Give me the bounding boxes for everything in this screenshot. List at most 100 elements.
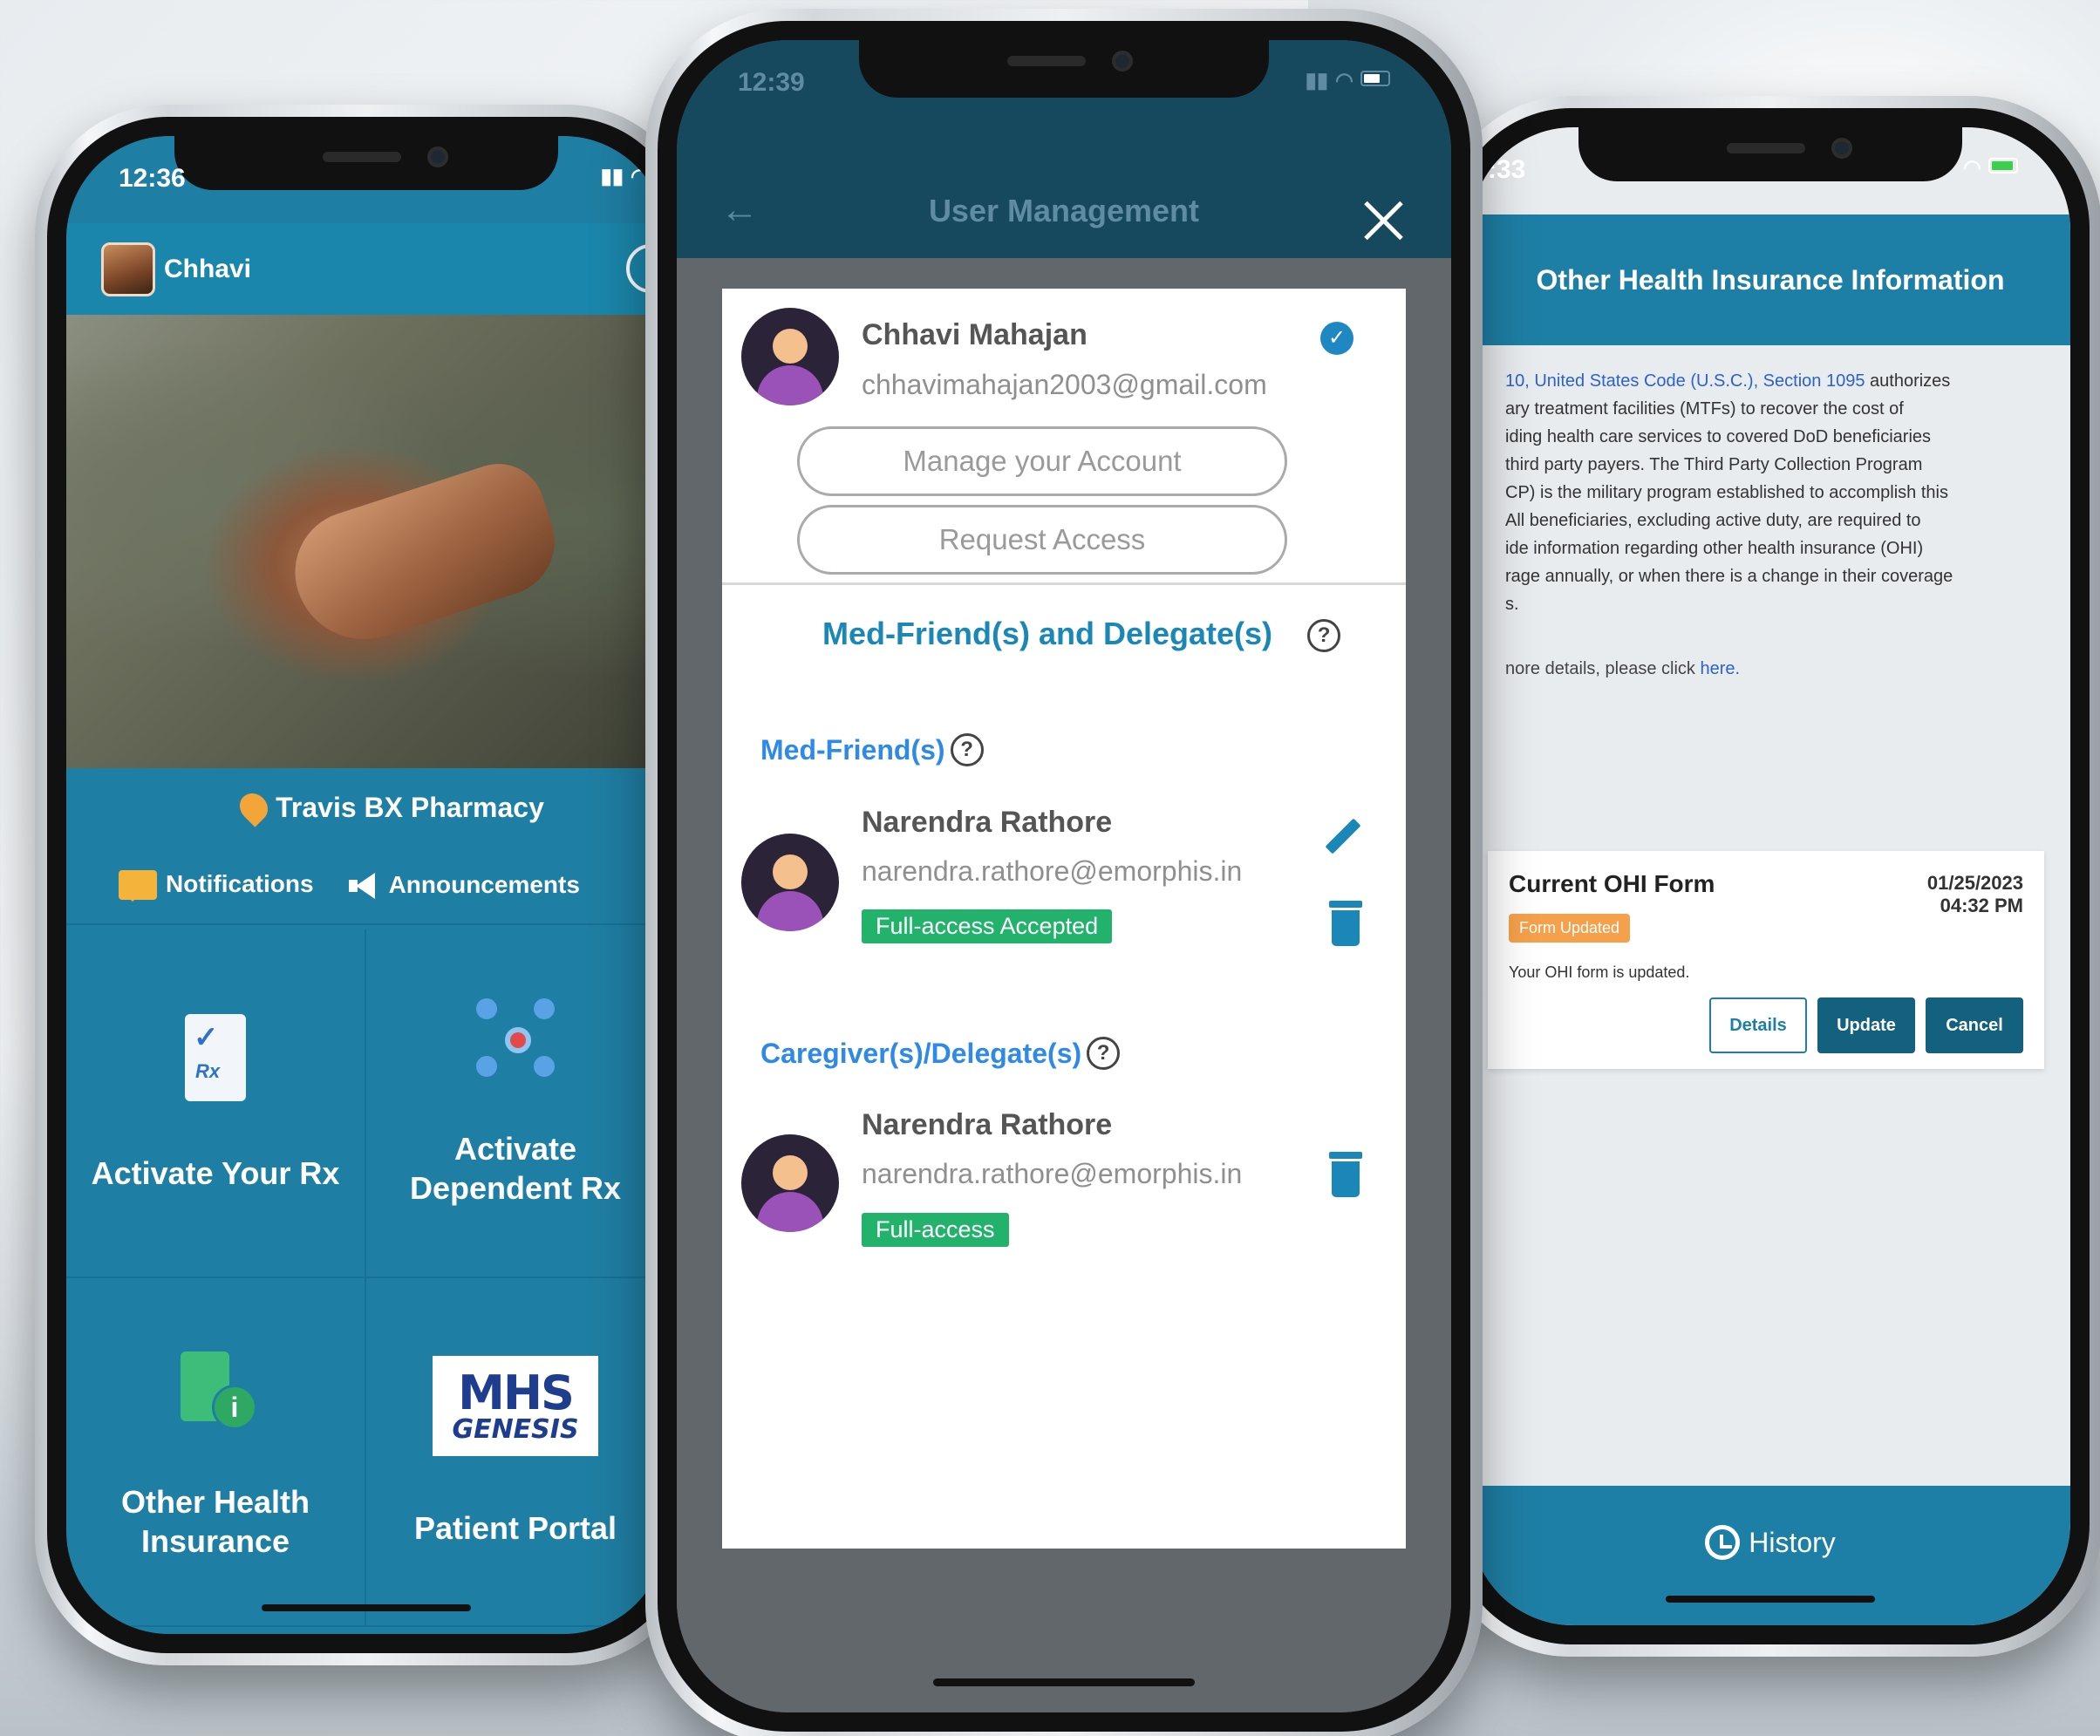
phone-user-management: 12:39 ▮▮ ◠ ← User Management Chhavi Mahaj… [645,9,1483,1736]
logo-text-genesis: GENESIS [452,1413,579,1445]
section-title: Med-Friend(s) and Delegate(s) ? [722,616,1406,653]
tile-other-health-insurance[interactable]: Other Health Insurance [66,1278,366,1627]
ohi-form-card: Current OHI Form 01/25/2023 04:32 PM For… [1488,851,2044,1069]
user-management-screen: 12:39 ▮▮ ◠ ← User Management Chhavi Mahaj… [677,40,1451,1712]
home-indicator[interactable] [1666,1596,1875,1603]
tile-label: Activate Your Rx [91,1154,340,1191]
account-name: Chhavi Mahajan [862,318,1088,351]
edit-pencil-icon[interactable] [1322,816,1364,858]
text-line: s. [1505,595,1519,614]
help-icon[interactable]: ? [950,733,984,766]
text-line: All beneficiaries, excluding active duty… [1505,511,1921,530]
phone-notch [174,136,558,190]
history-icon [1705,1525,1741,1560]
signal-icon: ▮▮ [1305,69,1329,92]
tab-announcements-label: Announcements [388,870,580,898]
phone-notch [859,40,1269,98]
text-line: ide information regarding other health i… [1505,539,1924,558]
avatar [741,1134,839,1232]
card-date: 01/25/2023 [1926,872,2023,894]
text-line: authorizes [1870,371,1951,391]
megaphone-icon [348,873,380,900]
card-time: 04:32 PM [1940,895,2023,917]
account-section: Chhavi Mahajan chhavimahajan2003@gmail.c… [722,289,1406,585]
manage-account-button[interactable]: Manage your Account [797,426,1287,496]
tab-notifications-label: Notifications [166,869,314,897]
home-indicator[interactable] [933,1678,1195,1686]
page-title: Other Health Insurance Information [1470,214,2070,345]
home-screen: 12:36 ▮▮ ◠ Chhavi Travis BX Pharmacy Noti… [66,136,666,1634]
tile-activate-rx[interactable]: Activate Your Rx [66,929,366,1278]
more-details-text: nore details, please click [1505,659,1695,678]
signal-icon: ▮▮ [600,165,624,188]
update-button[interactable]: Update [1817,997,1915,1053]
mhs-genesis-logo: MHS GENESIS [433,1356,598,1456]
profile-name: Chhavi [164,254,252,283]
avatar[interactable] [101,242,155,296]
insurance-clipboard-icon [181,1343,257,1430]
text-line: ary treatment facilities (MTFs) to recov… [1505,399,1904,419]
status-time: 12:36 [119,164,186,193]
home-header: Chhavi [66,223,666,315]
card-actions: Details Update Cancel [1709,997,2023,1053]
avatar [741,834,839,931]
battery-icon [1360,71,1390,86]
more-details: nore details, please click here. [1505,659,2035,679]
page-title: User Management [928,193,1200,228]
home-indicator[interactable] [262,1604,471,1611]
request-access-button[interactable]: Request Access [797,505,1287,575]
close-icon[interactable] [1360,197,1408,244]
verified-check-icon: ✓ [1320,322,1353,355]
help-icon[interactable]: ? [1307,619,1341,653]
pharmacy-selector[interactable]: Travis BX Pharmacy [66,773,666,842]
wifi-icon: ◠ [1963,156,1981,180]
text-line: CP) is the military program established … [1505,483,1948,502]
pharmacy-name: Travis BX Pharmacy [276,791,544,823]
ohi-description: 10, United States Code (U.S.C.), Section… [1505,367,2035,618]
account-email: chhavimahajan2003@gmail.com [862,369,1267,400]
usc-link[interactable]: 10, United States Code (U.S.C.), Section… [1505,371,1865,391]
ohi-screen: :33 ◠ Other Health Insurance Information… [1470,127,2070,1625]
history-button[interactable]: History [1470,1486,2070,1625]
battery-icon [1988,158,2018,174]
here-link[interactable]: here. [1700,659,1740,678]
phone-ohi-screen: :33 ◠ Other Health Insurance Information… [1439,96,2100,1657]
location-pin-icon [234,787,274,827]
card-note: Your OHI form is updated. [1509,963,1690,981]
logo-text-mhs: MHS [458,1365,575,1420]
delete-trash-icon[interactable] [1329,1152,1362,1197]
tab-notifications[interactable]: Notifications [119,869,314,902]
rx-document-icon [185,1013,246,1101]
med-friend-name: Narendra Rathore [862,806,1113,839]
phone-bezel: 12:39 ▮▮ ◠ ← User Management Chhavi Mahaj… [658,21,1470,1732]
status-icons: ◠ [1963,155,2018,180]
tile-label-line1: Activate [453,1131,577,1167]
tab-announcements[interactable]: Announcements [348,870,580,900]
cancel-button[interactable]: Cancel [1926,997,2023,1053]
text-line: iding health care services to covered Do… [1505,427,1932,446]
help-icon[interactable]: ? [1087,1037,1121,1070]
dependent-network-icon [476,998,555,1077]
status-time: 12:39 [738,68,805,97]
home-tabs: Notifications Announcements [66,847,666,925]
handshake-image [279,452,569,657]
phone-bezel: 12:36 ▮▮ ◠ Chhavi Travis BX Pharmacy Noti… [47,117,685,1653]
delete-trash-icon[interactable] [1329,901,1362,946]
details-button[interactable]: Details [1709,997,1807,1053]
status-icons: ▮▮ ◠ [601,164,649,189]
tile-label-line2: Insurance [140,1523,290,1559]
user-management-modal: Chhavi Mahajan chhavimahajan2003@gmail.c… [722,289,1406,1549]
status-badge: Full-access [862,1213,1009,1247]
text-line: third party payers. The Third Party Coll… [1505,455,1923,474]
med-friend-email: narendra.rathore@emorphis.in [862,855,1243,887]
hero-banner-image [66,315,666,768]
wifi-icon: ◠ [1335,69,1353,92]
wifi-icon: ◠ [631,165,649,188]
phone-home-screen: 12:36 ▮▮ ◠ Chhavi Travis BX Pharmacy Noti… [35,105,698,1665]
tile-activate-dependent-rx[interactable]: Activate Dependent Rx [366,929,666,1278]
med-friends-heading: Med-Friend(s) ? [760,733,984,766]
tile-patient-portal[interactable]: MHS GENESIS Patient Portal [366,1278,666,1627]
tile-label-line2: Dependent Rx [409,1170,622,1206]
caregiver-name: Narendra Rathore [862,1108,1113,1141]
section-title-text: Med-Friend(s) and Delegate(s) [822,616,1273,651]
